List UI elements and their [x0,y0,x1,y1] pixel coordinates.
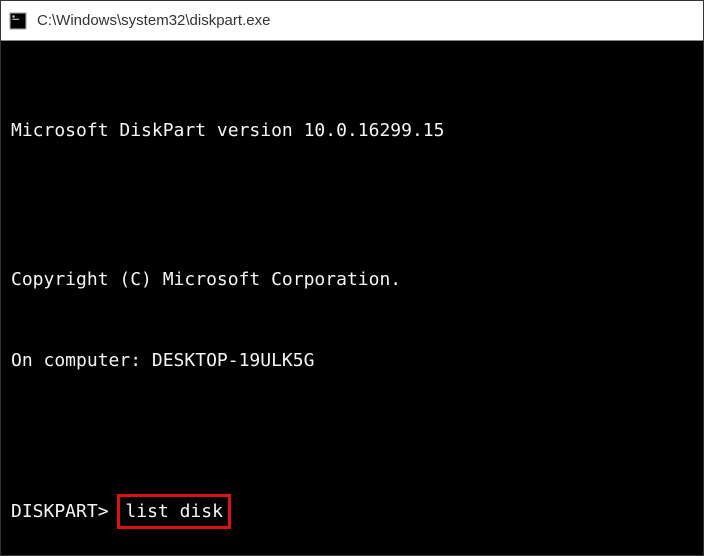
version-line: Microsoft DiskPart version 10.0.16299.15 [11,117,693,144]
title-path: C:\Windows\system32\diskpart.exe [37,12,270,29]
copyright-line: Copyright (C) Microsoft Corporation. [11,266,693,293]
blank-line [11,428,693,442]
blank-line [11,198,693,212]
app-icon [9,12,27,30]
diskpart-window: C:\Windows\system32\diskpart.exe Microso… [0,0,704,556]
cmd-list-disk: list disk [119,496,229,527]
computer-line: On computer: DESKTOP-19ULK5G [11,347,693,374]
titlebar[interactable]: C:\Windows\system32\diskpart.exe [1,1,703,41]
prompt-line-1: DISKPART> list disk [11,496,693,527]
terminal-area[interactable]: Microsoft DiskPart version 10.0.16299.15… [1,41,703,555]
prompt: DISKPART> [11,501,109,522]
